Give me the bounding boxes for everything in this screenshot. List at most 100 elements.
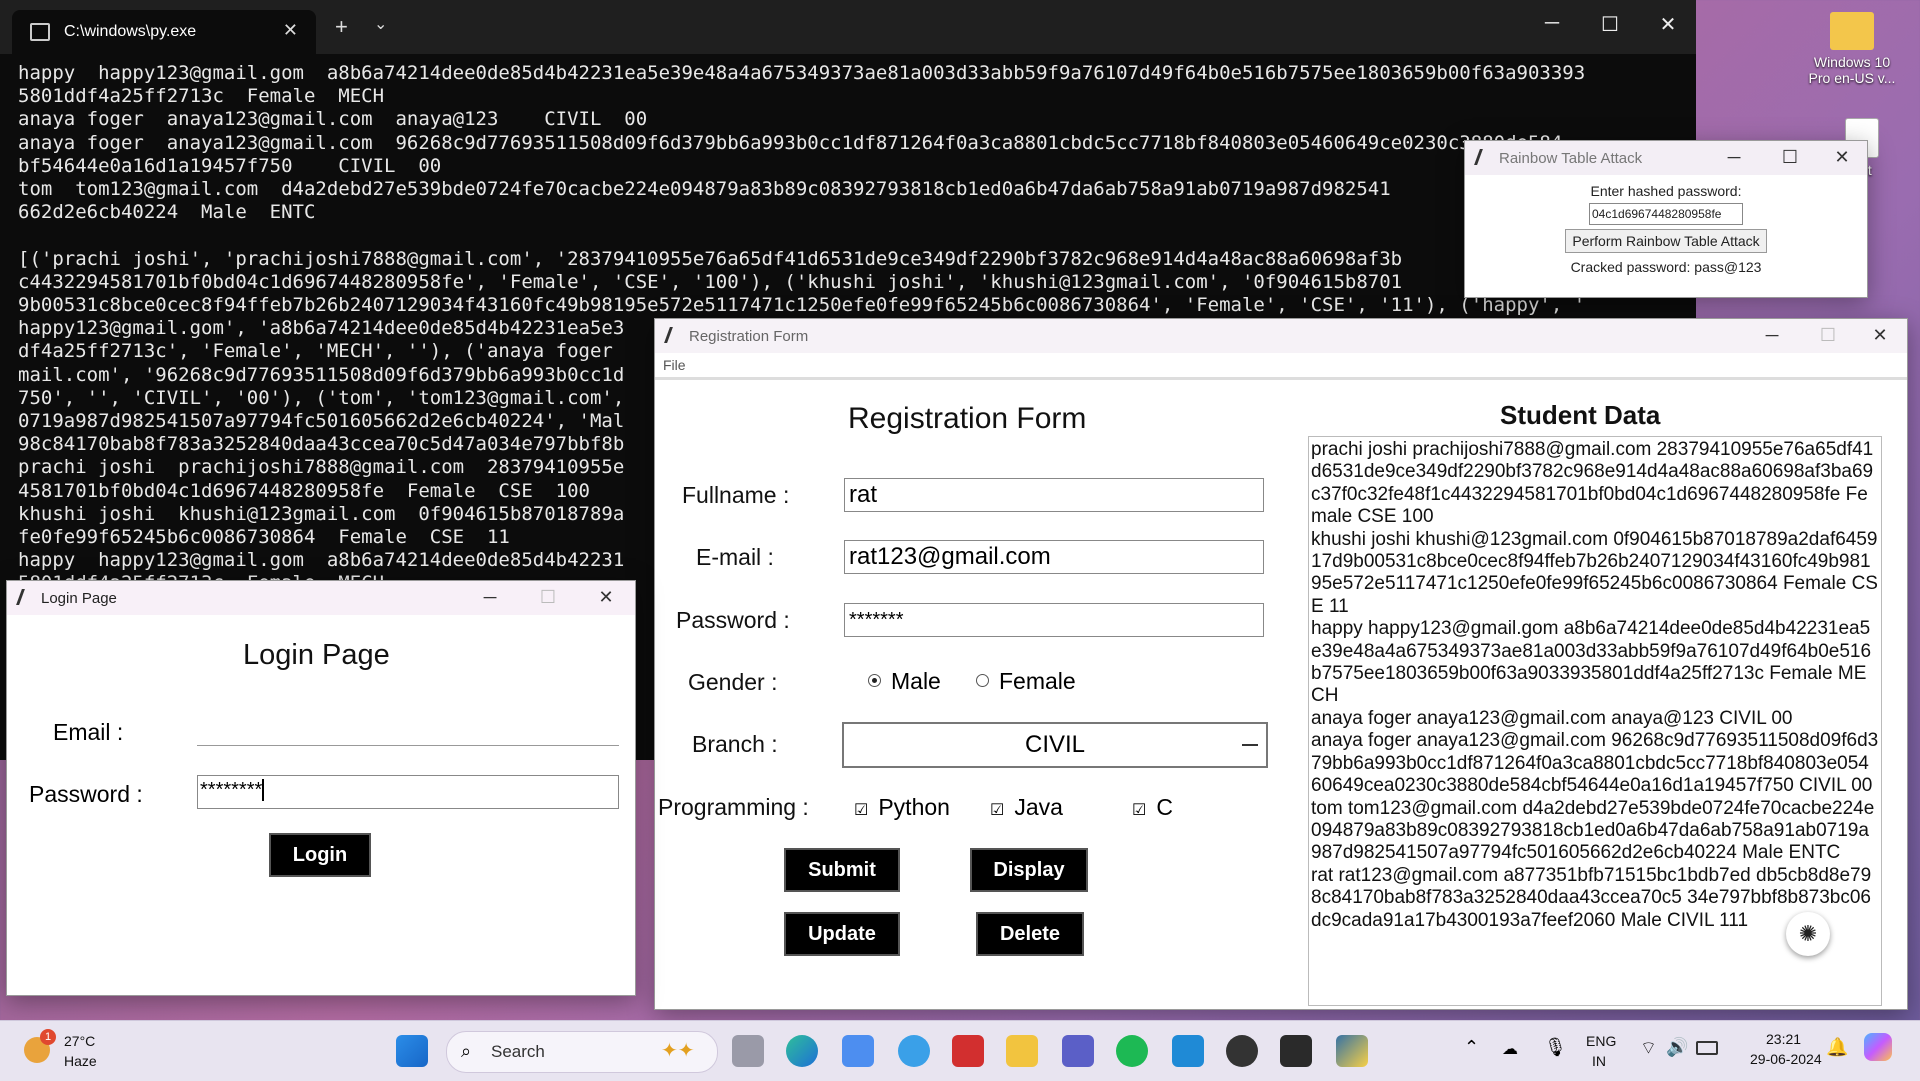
windows-start-icon[interactable]: [396, 1035, 428, 1067]
chevron-down-icon[interactable]: ⌄: [374, 14, 387, 34]
student-record: tom tom123@gmail.com d4a2debd27e539bde07…: [1311, 797, 1875, 864]
rainbow-titlebar: Rainbow Table Attack ─ ☐ ✕: [1465, 141, 1867, 175]
menu-file[interactable]: File: [663, 357, 686, 373]
battery-icon[interactable]: [1696, 1041, 1718, 1055]
folder-icon: [1830, 12, 1874, 50]
student-record: prachi joshi prachijoshi7888@gmail.com 2…: [1311, 439, 1874, 528]
minimize-icon[interactable]: ─: [1719, 147, 1749, 168]
minimize-icon[interactable]: ─: [1532, 12, 1572, 35]
microphone-icon[interactable]: 🎙: [1544, 1037, 1567, 1058]
cloud-icon[interactable]: ☁: [1502, 1039, 1518, 1059]
rainbow-attack-button[interactable]: Perform Rainbow Table Attack: [1565, 229, 1767, 253]
weather-temp: 27°C: [64, 1033, 96, 1049]
maximize-icon[interactable]: ☐: [1775, 147, 1805, 168]
submit-button[interactable]: Submit: [784, 848, 900, 892]
wifi-icon[interactable]: ⌔: [1640, 1037, 1657, 1060]
email-input[interactable]: rat123@gmail.com: [844, 540, 1264, 574]
checkbox-checked-icon: ☑: [990, 802, 1005, 819]
clock-time[interactable]: 23:21: [1766, 1031, 1801, 1047]
password-input[interactable]: ********: [197, 775, 619, 809]
gender-male-label: Male: [891, 668, 941, 694]
fullname-label: Fullname :: [682, 482, 790, 508]
region[interactable]: IN: [1592, 1053, 1606, 1069]
gender-male-radio[interactable]: Male: [868, 668, 941, 695]
assistant-fab-icon[interactable]: ✺: [1786, 912, 1830, 956]
login-window[interactable]: Login Page ─ ☐ ✕ Login Page Email : Pass…: [6, 580, 636, 996]
store-icon[interactable]: [842, 1035, 874, 1067]
volume-icon[interactable]: 🔊: [1666, 1037, 1688, 1058]
python-checkbox[interactable]: ☑ Python: [854, 794, 950, 821]
checkbox-checked-icon: ☑: [1132, 802, 1147, 819]
spotify-icon[interactable]: [1116, 1035, 1148, 1067]
weather-badge: 1: [40, 1029, 56, 1045]
email-input[interactable]: [197, 715, 619, 746]
close-icon[interactable]: ✕: [1827, 147, 1857, 168]
display-button[interactable]: Display: [970, 848, 1088, 892]
language[interactable]: ENG: [1586, 1033, 1616, 1049]
rainbow-window[interactable]: Rainbow Table Attack ─ ☐ ✕ Enter hashed …: [1464, 140, 1868, 298]
registration-titlebar: Registration Form ─ ☐ ✕: [655, 319, 1907, 353]
email-label: E-mail :: [696, 544, 774, 570]
weather-widget[interactable]: 1 27°C Haze: [22, 1029, 112, 1073]
desktop-icon-windows10[interactable]: Windows 10 Pro en-US v...: [1802, 12, 1902, 86]
clock-date[interactable]: 29-06-2024: [1750, 1051, 1822, 1067]
password-input[interactable]: *******: [844, 603, 1264, 637]
weather-desc: Haze: [64, 1053, 97, 1069]
terminal-line: happy happy123@gmail.gom a8b6a74214dee0d…: [18, 62, 1586, 84]
terminal-tab[interactable]: C:\windows\py.exe ✕: [12, 10, 316, 54]
edge-icon[interactable]: [786, 1035, 818, 1067]
github-icon[interactable]: [1226, 1035, 1258, 1067]
rainbow-result: Cracked password: pass@123: [1570, 259, 1762, 275]
branch-select[interactable]: CIVIL: [842, 722, 1268, 768]
menubar: File: [655, 353, 1907, 380]
close-icon[interactable]: ✕: [591, 587, 621, 608]
dropdown-icon: [1242, 736, 1258, 746]
terminal-icon[interactable]: [1280, 1035, 1312, 1067]
rainbow-prompt: Enter hashed password:: [1590, 183, 1742, 199]
task-view-icon[interactable]: [732, 1035, 764, 1067]
terminal-titlebar: C:\windows\py.exe ✕ + ⌄ ─ ☐ ✕: [0, 0, 1696, 54]
maximize-icon[interactable]: ☐: [1813, 325, 1843, 346]
vscode-icon[interactable]: [1172, 1035, 1204, 1067]
c-checkbox[interactable]: ☑ C: [1132, 794, 1173, 821]
terminal-line: 5801ddf4a25ff2713c Female MECH: [18, 85, 385, 108]
hash-input[interactable]: 04c1d6967448280958fe: [1589, 203, 1743, 225]
mcafee-icon[interactable]: [952, 1035, 984, 1067]
delete-button[interactable]: Delete: [976, 912, 1084, 956]
close-icon[interactable]: ✕: [1648, 12, 1688, 37]
login-button[interactable]: Login: [269, 833, 371, 877]
checkbox-checked-icon: ☑: [854, 802, 869, 819]
student-record: khushi joshi khushi@123gmail.com 0f90461…: [1311, 528, 1878, 617]
search-label: Search: [491, 1042, 545, 1061]
minimize-icon[interactable]: ─: [1757, 325, 1787, 346]
student-record: happy happy123@gmail.gom a8b6a74214dee0d…: [1311, 618, 1872, 707]
login-title: Login Page: [41, 590, 117, 607]
terminal-line: anaya foger anaya123@gmail.com anaya@123…: [18, 108, 648, 131]
terminal-line: 9b00531c8bce0cec8f94ffeb7b26b2407129034f…: [18, 294, 1586, 317]
close-icon[interactable]: ✕: [1865, 325, 1895, 346]
password-value: ********: [200, 779, 263, 801]
branch-value: CIVIL: [1024, 731, 1086, 758]
python-icon[interactable]: [1336, 1035, 1368, 1067]
file-explorer-icon[interactable]: [1006, 1035, 1038, 1067]
email-label: Email :: [53, 719, 124, 745]
fullname-input[interactable]: rat: [844, 478, 1264, 512]
teams-icon[interactable]: [1062, 1035, 1094, 1067]
maximize-icon[interactable]: ☐: [1590, 12, 1630, 37]
student-record: anaya foger anaya123@gmail.com 96268c9d7…: [1311, 730, 1879, 797]
settings-icon[interactable]: [898, 1035, 930, 1067]
close-tab-icon[interactable]: ✕: [283, 20, 298, 41]
new-tab-icon[interactable]: +: [335, 14, 348, 40]
maximize-icon[interactable]: ☐: [533, 587, 563, 608]
notification-bell-icon[interactable]: 🔔: [1826, 1037, 1848, 1058]
terminal-line: [('prachi joshi', 'prachijoshi7888@gmail…: [18, 247, 1403, 270]
copilot-icon[interactable]: [1864, 1033, 1892, 1061]
update-button[interactable]: Update: [784, 912, 900, 956]
programming-label: Programming :: [658, 794, 809, 820]
minimize-icon[interactable]: ─: [475, 587, 505, 608]
gender-female-radio[interactable]: Female: [976, 668, 1076, 695]
java-checkbox[interactable]: ☑ Java: [990, 794, 1063, 821]
search-box[interactable]: ⌕ Search ✦✦: [446, 1031, 718, 1073]
chevron-up-icon[interactable]: ⌃: [1464, 1037, 1479, 1058]
